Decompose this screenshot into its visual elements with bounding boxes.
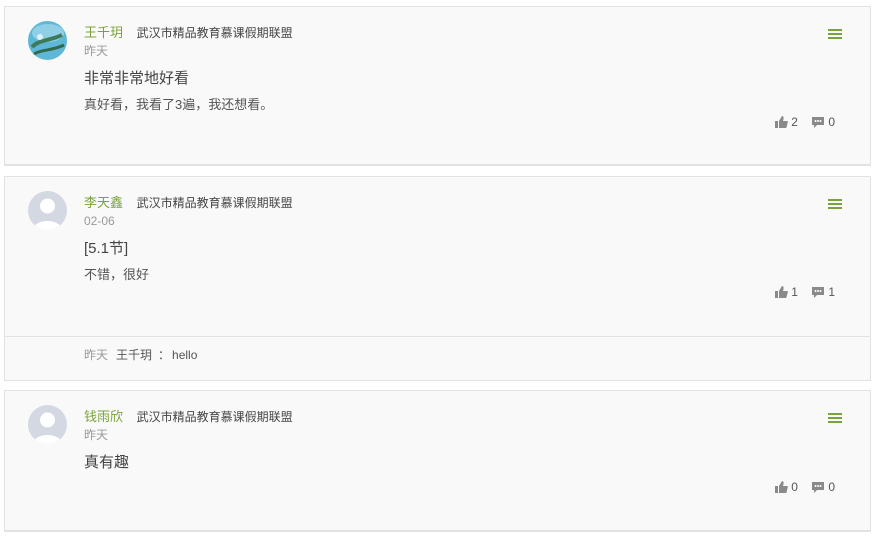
like-count: 0 <box>791 480 798 494</box>
comment-body: 真好看，我看了3遍，我还想看。 <box>84 97 274 112</box>
organization-label: 武汉市精品教育慕课假期联盟 <box>136 196 293 210</box>
comment-time: 昨天 <box>84 428 109 442</box>
comment-icon <box>812 117 825 128</box>
menu-icon[interactable] <box>828 199 842 210</box>
comment-card: 李天鑫 武汉市精品教育慕课假期联盟 02-06 [5.1节] 不错，很好 1 1… <box>4 176 871 381</box>
name-line: 王千玥 武汉市精品教育慕课假期联盟 <box>84 25 293 41</box>
reply-count: 0 <box>828 115 835 129</box>
card-divider <box>5 530 870 532</box>
thumbs-up-icon <box>775 481 789 493</box>
reply-line: 昨天 王千玥 ： hello <box>84 347 197 363</box>
thumbs-up-icon <box>775 116 789 128</box>
username-link[interactable]: 李天鑫 <box>84 195 123 210</box>
reply-button[interactable]: 0 <box>811 479 835 495</box>
comment-body: 不错，很好 <box>84 267 150 282</box>
organization-label: 武汉市精品教育慕课假期联盟 <box>136 26 293 40</box>
reply-content: hello <box>172 348 198 362</box>
comment-time: 昨天 <box>84 44 109 58</box>
card-divider <box>5 164 870 166</box>
comment-title: 真有趣 <box>84 454 130 471</box>
reply-count: 0 <box>828 480 835 494</box>
comment-icon <box>812 287 825 298</box>
like-button[interactable]: 0 <box>774 479 798 495</box>
reply-button[interactable]: 1 <box>811 284 835 300</box>
thumbs-up-icon <box>775 286 789 298</box>
menu-icon[interactable] <box>828 29 842 40</box>
reply-username-link[interactable]: 王千玥 <box>116 348 152 362</box>
reply-time: 昨天 <box>84 348 109 362</box>
reply-separator: ： <box>158 348 171 362</box>
username-link[interactable]: 钱雨欣 <box>84 409 123 424</box>
user-avatar[interactable] <box>28 405 67 444</box>
like-button[interactable]: 2 <box>774 114 798 130</box>
user-avatar[interactable] <box>28 191 67 230</box>
name-line: 李天鑫 武汉市精品教育慕课假期联盟 <box>84 195 293 211</box>
like-count: 1 <box>791 285 798 299</box>
name-line: 钱雨欣 武汉市精品教育慕课假期联盟 <box>84 409 293 425</box>
like-button[interactable]: 1 <box>774 284 798 300</box>
organization-label: 武汉市精品教育慕课假期联盟 <box>136 410 293 424</box>
like-count: 2 <box>791 115 798 129</box>
reply-item: 昨天 王千玥 ： hello <box>5 336 870 380</box>
comment-title: 非常非常地好看 <box>84 70 190 87</box>
comment-actions: 1 1 <box>764 284 835 300</box>
comment-time: 02-06 <box>84 214 115 228</box>
comment-title: [5.1节] <box>84 240 129 257</box>
reply-count: 1 <box>828 285 835 299</box>
comment-card: 王千玥 武汉市精品教育慕课假期联盟 昨天 非常非常地好看 真好看，我看了3遍，我… <box>4 6 871 166</box>
menu-icon[interactable] <box>828 413 842 424</box>
comment-card: 钱雨欣 武汉市精品教育慕课假期联盟 昨天 真有趣 0 0 <box>4 390 871 532</box>
comment-actions: 2 0 <box>764 114 835 130</box>
comment-actions: 0 0 <box>764 479 835 495</box>
user-avatar[interactable] <box>28 21 67 60</box>
reply-button[interactable]: 0 <box>811 114 835 130</box>
comment-icon <box>812 482 825 493</box>
username-link[interactable]: 王千玥 <box>84 25 123 40</box>
